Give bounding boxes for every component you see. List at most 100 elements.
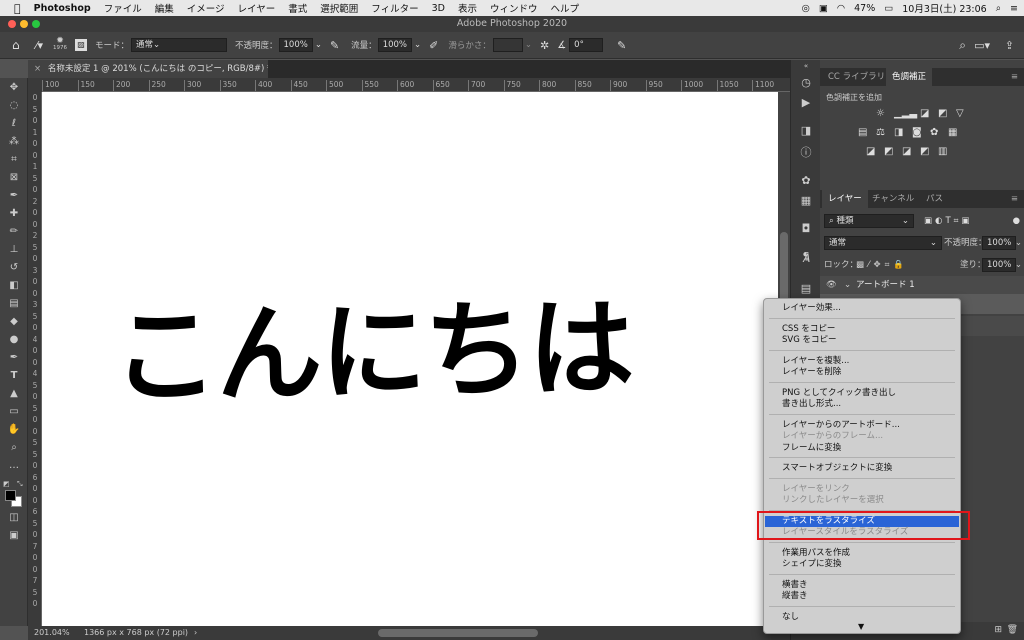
- stamp-tool-icon[interactable]: ⊥: [0, 244, 28, 255]
- context-menu-item[interactable]: 横書き: [765, 580, 959, 591]
- chevron-down-icon[interactable]: ⌄: [525, 40, 532, 50]
- creative-cloud-icon[interactable]: ◎: [802, 3, 810, 14]
- new-layer-icon[interactable]: ⊞: [994, 625, 1002, 635]
- dodge-tool-icon[interactable]: ●: [0, 334, 28, 345]
- menu-scroll-down-icon[interactable]: ▼: [858, 622, 864, 631]
- close-tab-icon[interactable]: ×: [34, 64, 41, 74]
- document-tab[interactable]: × 名称未設定 1 @ 201% (こんにちは のコピー, RGB/8#) *: [28, 60, 268, 78]
- threshold-icon[interactable]: ◪: [902, 146, 911, 157]
- script-icon[interactable]: ▣: [819, 3, 828, 14]
- default-colors-icon[interactable]: ◩: [3, 480, 10, 488]
- pressure-opacity-icon[interactable]: ✎: [330, 39, 339, 52]
- levels-icon[interactable]: ▁▂▃: [894, 108, 917, 119]
- healing-brush-tool-icon[interactable]: ✚: [0, 208, 28, 219]
- lock-icons[interactable]: ▩⁄✥⌗🔒: [856, 256, 908, 274]
- chevron-down-icon[interactable]: ⌄: [1015, 234, 1022, 252]
- context-menu-item[interactable]: PNG としてクイック書き出し: [765, 388, 959, 399]
- context-menu-item[interactable]: レイヤーを複製...: [765, 356, 959, 367]
- context-menu-item[interactable]: シェイプに変換: [765, 559, 959, 570]
- canvas-text-layer[interactable]: こんにちは: [111, 261, 634, 424]
- exposure-icon[interactable]: ◩: [938, 108, 947, 119]
- brush-tool-icon[interactable]: ⁄▾: [36, 39, 43, 52]
- tab-channels[interactable]: チャンネル: [866, 190, 920, 208]
- actions-icon[interactable]: ▶: [791, 96, 821, 109]
- marquee-tool-icon[interactable]: ◌: [0, 100, 28, 111]
- more-tools-icon[interactable]: …: [0, 460, 28, 471]
- quick-select-tool-icon[interactable]: ⁂: [0, 136, 28, 147]
- document-canvas[interactable]: こんにちは: [42, 92, 778, 626]
- brush-settings-icon[interactable]: ▨: [74, 39, 87, 51]
- eraser-tool-icon[interactable]: ◧: [0, 280, 28, 291]
- fill-field[interactable]: 100%: [982, 258, 1017, 272]
- smoothing-field[interactable]: [492, 38, 523, 52]
- control-center-icon[interactable]: ≡: [1010, 3, 1018, 14]
- foreground-color-swatch[interactable]: [5, 490, 16, 501]
- properties-icon[interactable]: ◨: [791, 124, 821, 137]
- minimize-window-button[interactable]: [20, 20, 28, 28]
- layer-kind-select[interactable]: ⌕ 種類 ⌄: [824, 214, 914, 228]
- brush-preset-picker[interactable]: ✹ 1976: [53, 37, 67, 52]
- menu-layer[interactable]: レイヤー: [238, 1, 276, 15]
- chevron-down-icon[interactable]: ⌄: [1015, 256, 1022, 274]
- app-menu[interactable]: Photoshop: [34, 3, 91, 14]
- move-tool-icon[interactable]: ✥: [0, 82, 28, 93]
- blend-mode-select[interactable]: 通常 ⌄: [824, 236, 942, 250]
- horizontal-scrollbar-thumb[interactable]: [378, 629, 538, 637]
- filter-toggle-icon[interactable]: ●: [1013, 212, 1020, 230]
- vertical-ruler[interactable]: 0 5 0 1 0 0 1 5 0 2 0 0 2 5 0 3 0 0 3 5 0 4 0 0 4 5 0 5 0 0 5 5 0 6 0 0 6 5 0 7…: [28, 92, 42, 626]
- tab-adjustments[interactable]: 色調補正: [886, 68, 933, 86]
- layer-filter-icons[interactable]: ▣◐T⌗▣: [924, 212, 972, 230]
- selective-color-icon[interactable]: ◩: [920, 146, 929, 157]
- wifi-icon[interactable]: ◠: [837, 3, 845, 14]
- menu-type[interactable]: 書式: [288, 1, 307, 15]
- history-brush-tool-icon[interactable]: ↺: [0, 262, 28, 273]
- zoom-tool-icon[interactable]: ⌕: [0, 442, 28, 453]
- horizontal-ruler[interactable]: 100 150 200 250 300 350 400 450 500 550 600 650 700 7…: [42, 78, 790, 92]
- color-icon[interactable]: ✿: [791, 174, 821, 187]
- tab-cc-libraries[interactable]: CC ライブラリ: [822, 68, 891, 86]
- shape-tool-icon[interactable]: ▭: [0, 406, 28, 417]
- search-icon[interactable]: ⌕: [996, 3, 1001, 14]
- chevron-down-icon[interactable]: ⌄: [414, 40, 421, 50]
- black-white-icon[interactable]: ◨: [894, 127, 903, 138]
- gradient-map-icon[interactable]: ▥: [938, 146, 947, 157]
- menu-help[interactable]: ヘルプ: [550, 1, 579, 15]
- screen-mode-icon[interactable]: ▣: [0, 530, 28, 541]
- context-menu-item[interactable]: なし: [765, 612, 959, 623]
- menu-edit[interactable]: 編集: [155, 1, 174, 15]
- character-icon[interactable]: 𝐴: [791, 252, 821, 266]
- menu-image[interactable]: イメージ: [187, 1, 225, 15]
- brush-tool-icon[interactable]: ✏: [0, 226, 28, 237]
- zoom-window-button[interactable]: [32, 20, 40, 28]
- menu-file[interactable]: ファイル: [104, 1, 142, 15]
- eyedropper-tool-icon[interactable]: ✒: [0, 190, 28, 201]
- crop-tool-icon[interactable]: ⌗: [0, 154, 28, 165]
- context-menu-item[interactable]: SVG をコピー: [765, 335, 959, 346]
- chevron-down-icon[interactable]: ⌄: [844, 276, 851, 294]
- frame-tool-icon[interactable]: ⊠: [0, 172, 28, 183]
- close-window-button[interactable]: [8, 20, 16, 28]
- context-menu-item[interactable]: 作業用パスを作成: [765, 548, 959, 559]
- lasso-tool-icon[interactable]: ℓ: [0, 118, 28, 129]
- photo-filter-icon[interactable]: ◙: [912, 127, 922, 138]
- mode-select[interactable]: 通常⌄: [131, 38, 227, 52]
- context-menu-item[interactable]: レイヤー効果...: [765, 303, 959, 314]
- info-icon[interactable]: ⓘ: [791, 144, 821, 160]
- context-menu-item[interactable]: フレームに変換: [765, 443, 959, 454]
- clock[interactable]: 10月3日(土) 23:06: [902, 1, 986, 15]
- context-menu-item[interactable]: 書き出し形式...: [765, 399, 959, 410]
- context-menu-item[interactable]: 縦書き: [765, 591, 959, 602]
- swatches-icon[interactable]: ▦: [791, 194, 821, 207]
- swap-colors-icon[interactable]: ⤡: [17, 480, 23, 489]
- opacity-field[interactable]: 100%: [278, 38, 313, 52]
- workspace-icon[interactable]: ▭▾: [974, 39, 990, 52]
- status-menu-chevron-icon[interactable]: ›: [194, 626, 197, 640]
- panel-menu-icon[interactable]: ≡: [1011, 190, 1018, 208]
- context-menu-item[interactable]: レイヤーからのアートボード...: [765, 420, 959, 431]
- collapse-panels-icon[interactable]: «: [791, 62, 821, 70]
- menu-select[interactable]: 選択範囲: [320, 1, 358, 15]
- curves-icon[interactable]: ◪: [920, 108, 929, 119]
- brightness-icon[interactable]: ☼: [876, 108, 885, 119]
- smoothing-settings-icon[interactable]: ✲: [540, 39, 549, 52]
- menu-window[interactable]: ウィンドウ: [490, 1, 538, 15]
